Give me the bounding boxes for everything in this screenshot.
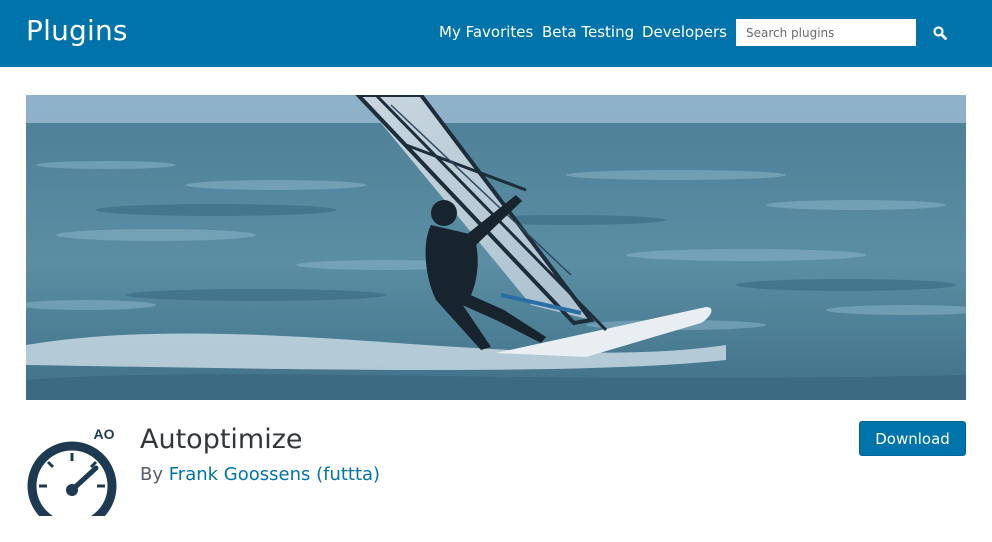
icon-ao-text: AO <box>94 426 115 442</box>
site-header: Plugins My Favorites Beta Testing Develo… <box>0 0 992 67</box>
author-link[interactable]: Frank Goossens (futtta) <box>169 464 380 485</box>
banner-windsurfer-image <box>26 95 966 400</box>
download-button[interactable]: Download <box>859 421 966 456</box>
plugin-title: Autoptimize <box>140 424 303 455</box>
search-button[interactable] <box>926 19 954 46</box>
site-title[interactable]: Plugins <box>26 14 128 47</box>
speedometer-icon: AO <box>27 426 117 516</box>
nav-my-favorites[interactable]: My Favorites <box>439 23 533 41</box>
byline-prefix: By <box>140 464 164 485</box>
search-input[interactable] <box>736 19 916 46</box>
plugin-icon: AO <box>26 420 122 516</box>
nav-developers[interactable]: Developers <box>642 23 727 41</box>
search-icon <box>933 25 947 40</box>
plugin-banner <box>26 95 966 400</box>
nav-beta-testing[interactable]: Beta Testing <box>542 23 634 41</box>
plugin-byline: By Frank Goossens (futtta) <box>140 464 380 485</box>
